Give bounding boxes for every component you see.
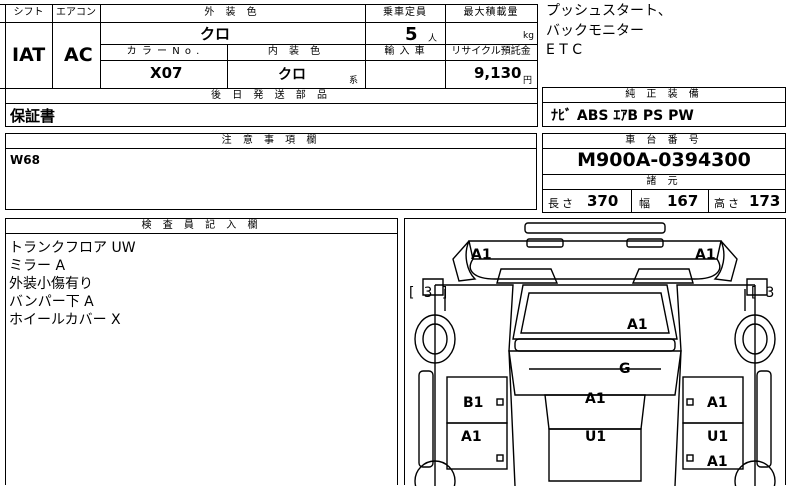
chassis-number-value: M900A-0394300 (577, 149, 751, 171)
color-no-label: カ ラ ー N o . (126, 46, 201, 57)
mark-left-rear-door: A1 (461, 429, 482, 445)
max-load-label: 最大積載量 (463, 7, 519, 18)
capacity-label: 乗車定員 (383, 7, 427, 18)
inspector-box: 検 査 員 記 入 欄 トランクフロア UW ミラー A 外装小傷有り バンパー… (5, 218, 398, 485)
aircon-label: エアコン (56, 7, 96, 18)
max-load-unit: kg (523, 31, 534, 41)
equipment-notes: プッシュスタート、 バックモニター E T C (546, 0, 786, 86)
recycle-unit: 円 (523, 76, 533, 86)
import-label: 輸 入 車 (384, 46, 426, 57)
damage-diagram-box: A1 A1 [ 3 ] [ 3 ] A1 G B1 A1 A1 A1 U1 U1… (404, 218, 786, 486)
mark-roof: A1 (627, 317, 648, 333)
mark-left-front-door: B1 (463, 395, 483, 411)
genuine-equipment-value: ﾅﾋﾞ ABS ｴｱB PS PW (551, 108, 694, 124)
interior-unit: 系 (349, 76, 359, 86)
exterior-color-value: クロ (200, 25, 231, 43)
inspector-label: 検 査 員 記 入 欄 (141, 220, 262, 231)
vehicle-info-table: シフト エアコン 外 装 色 乗車定員 最大積載量 クロ 5 人 kg IAT … (0, 0, 540, 130)
notes-line: E T C (546, 42, 583, 58)
genuine-equipment-label: 純 正 装 備 (625, 89, 703, 100)
chassis-number-label: 車 台 番 号 (625, 135, 703, 146)
inspector-line: バンパー下 A (9, 294, 94, 310)
shift-label: シフト (13, 7, 44, 18)
capacity-value: 5 (405, 24, 418, 45)
mark-bracket-right: [ 3 ] (749, 285, 785, 301)
mark-bracket-left: [ 3 ] (407, 285, 449, 301)
recycle-label: リサイクル預託金 (451, 46, 531, 57)
shift-value: IAT (12, 44, 46, 66)
caution-value: W68 (10, 153, 40, 167)
caution-label: 注 意 事 項 欄 (221, 135, 321, 146)
notes-line: プッシュスタート、 (546, 3, 672, 19)
mark-front-left: A1 (471, 247, 492, 263)
inspector-line: トランクフロア UW (9, 240, 136, 256)
notes-line: バックモニター (546, 23, 644, 39)
inspector-line: ホイールカバー X (9, 312, 121, 328)
genuine-equipment-box: 純 正 装 備 ﾅﾋﾞ ABS ｴｱB PS PW (542, 87, 786, 127)
interior-color-value: クロ (278, 67, 306, 83)
length-label: 長さ (548, 197, 576, 210)
car-outline-diagram: A1 A1 [ 3 ] [ 3 ] A1 G B1 A1 A1 A1 U1 U1… (407, 222, 785, 486)
caution-box: 注 意 事 項 欄 W68 (5, 133, 537, 210)
recycle-value: 9,130 (474, 64, 522, 82)
inspector-line: 外装小傷有り (9, 276, 93, 292)
width-value: 167 (667, 192, 699, 210)
later-parts-label: 後 日 発 送 部 品 (211, 90, 331, 101)
aircon-value: AC (64, 44, 93, 66)
width-label: 幅 (639, 197, 650, 210)
spec-label: 諸 元 (646, 176, 682, 187)
exterior-color-label: 外 装 色 (204, 7, 261, 18)
color-no-value: X07 (150, 64, 183, 82)
length-value: 370 (587, 192, 619, 210)
mark-center-front: A1 (585, 391, 606, 407)
interior-color-label: 内 装 色 (267, 46, 325, 57)
mark-right-rear-door: U1 (707, 429, 728, 445)
height-value: 173 (749, 192, 781, 210)
mark-right-front-door: A1 (707, 395, 728, 411)
mark-right-rear-quarter: A1 (707, 454, 728, 470)
chassis-box: 車 台 番 号 M900A-0394300 諸 元 長さ 370 幅 167 高… (542, 133, 786, 213)
later-parts-value: 保証書 (10, 107, 56, 125)
mark-glass: G (619, 361, 631, 377)
mark-front-right: A1 (695, 247, 716, 263)
mark-center-rear: U1 (585, 429, 606, 445)
capacity-unit: 人 (428, 34, 438, 44)
height-label: 高さ (714, 197, 742, 210)
inspector-line: ミラー A (9, 258, 66, 274)
